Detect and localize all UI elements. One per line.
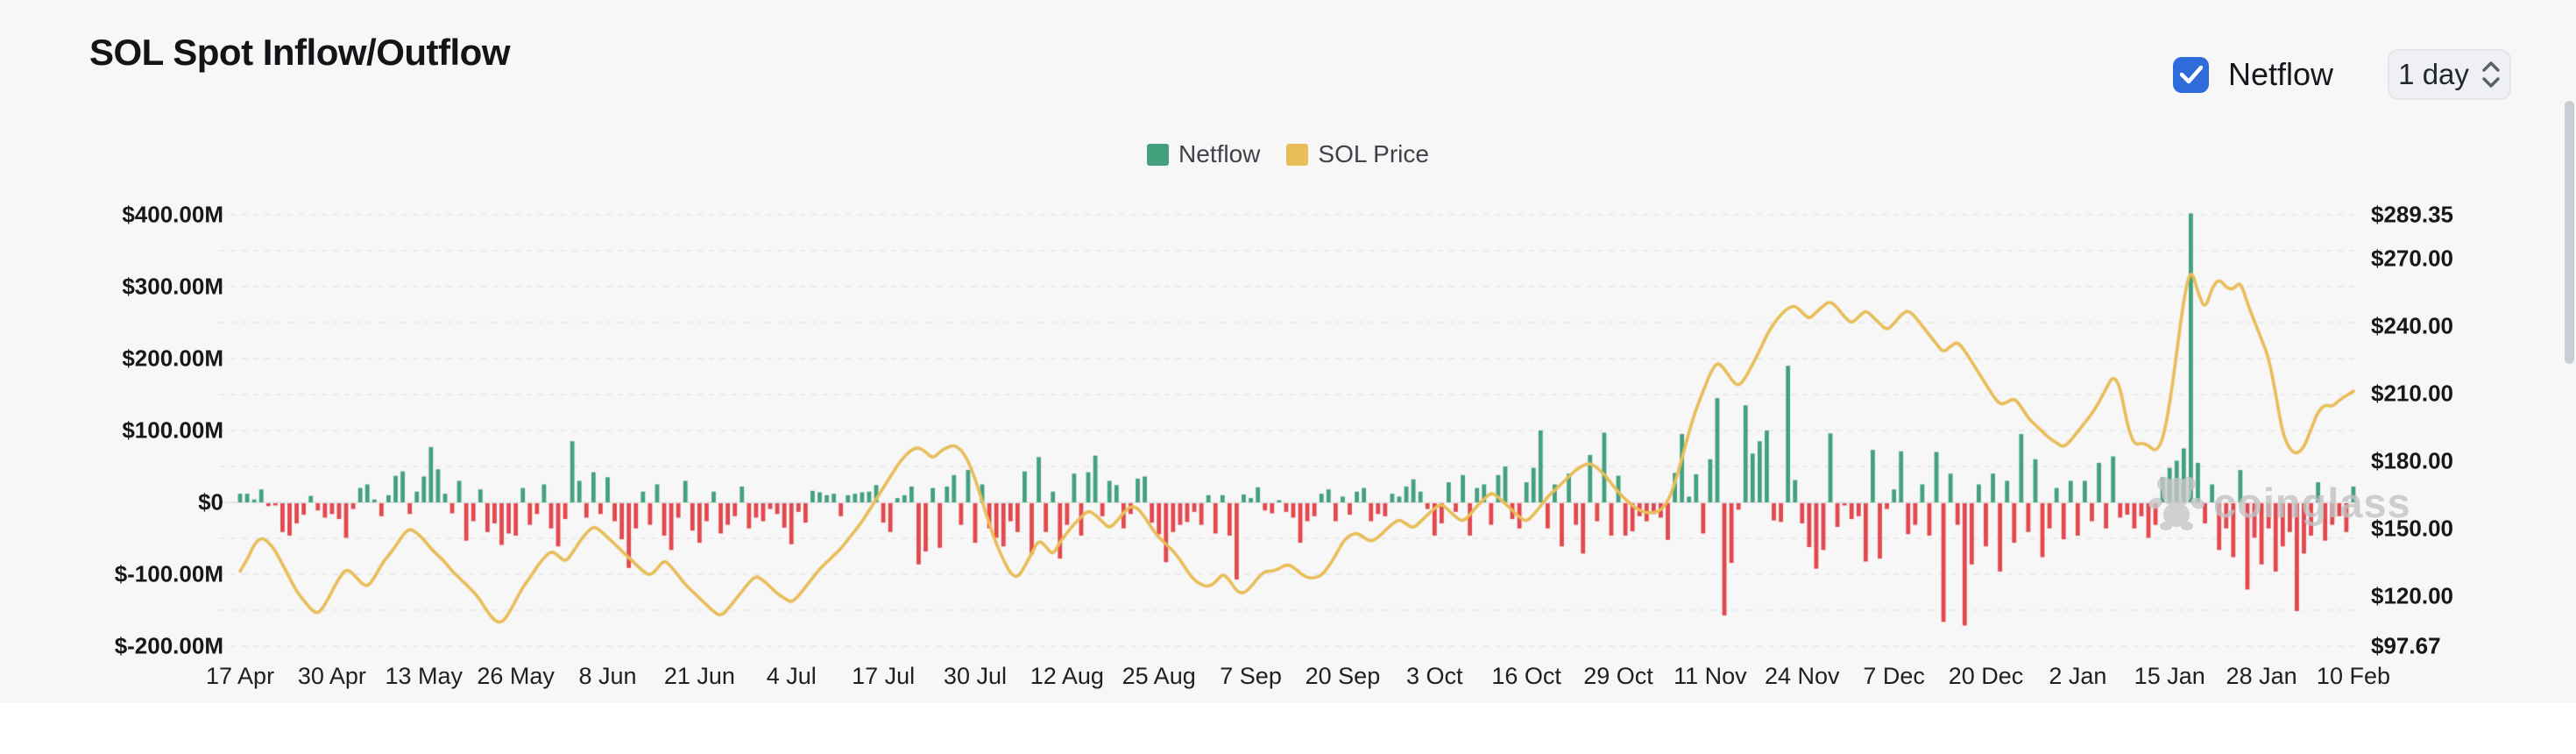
left-axis-tick: $-200.00M (83, 633, 223, 660)
chart-legend: Netflow SOL Price (0, 140, 2576, 168)
left-axis-tick: $0 (83, 489, 223, 516)
right-axis-tick: $180.00 (2371, 448, 2453, 475)
right-axis-tick: $120.00 (2371, 583, 2453, 610)
right-axis-tick: $97.67 (2371, 633, 2441, 660)
x-axis-tick: 4 Jul (767, 663, 817, 690)
x-axis-tick: 13 May (385, 663, 463, 690)
legend-item-sol-price[interactable]: SOL Price (1286, 140, 1429, 168)
footer-strip (0, 702, 2576, 754)
x-axis-tick: 20 Dec (1949, 663, 2024, 690)
legend-label-sol-price: SOL Price (1318, 140, 1429, 168)
x-axis-tick: 11 Nov (1674, 663, 1747, 690)
x-axis-tick: 26 May (477, 663, 555, 690)
x-axis-tick: 2 Jan (2049, 663, 2106, 690)
sol-price-swatch-icon (1286, 144, 1308, 166)
right-axis-tick: $240.00 (2371, 313, 2453, 340)
x-axis-tick: 20 Sep (1306, 663, 1381, 690)
left-axis-tick: $300.00M (83, 274, 223, 301)
left-axis-tick: $100.00M (83, 417, 223, 445)
right-axis-tick: $150.00 (2371, 516, 2453, 543)
vertical-scrollbar-thumb[interactable] (2565, 101, 2574, 364)
legend-item-netflow[interactable]: Netflow (1147, 140, 1260, 168)
x-axis-tick: 8 Jun (578, 663, 636, 690)
netflow-checkbox-label: Netflow (2228, 56, 2333, 93)
x-axis-tick: 7 Dec (1863, 663, 1925, 690)
x-axis-tick: 28 Jan (2226, 663, 2297, 690)
chart-controls: Netflow 1 day (2173, 49, 2511, 100)
left-axis-tick: $-100.00M (83, 561, 223, 588)
up-down-chevrons-icon (2481, 60, 2501, 89)
x-axis-tick: 25 Aug (1122, 663, 1196, 690)
right-axis-tick: $270.00 (2371, 245, 2453, 273)
x-axis-tick: 10 Feb (2317, 663, 2390, 690)
checkmark-icon (2180, 65, 2203, 84)
x-axis-tick: 21 Jun (664, 663, 735, 690)
x-axis-tick: 15 Jan (2134, 663, 2205, 690)
x-axis-tick: 29 Oct (1583, 663, 1653, 690)
x-axis-tick: 24 Nov (1765, 663, 1840, 690)
x-axis-tick: 30 Apr (298, 663, 366, 690)
x-axis-tick: 12 Aug (1030, 663, 1104, 690)
interval-value: 1 day (2398, 58, 2469, 91)
x-axis-tick: 30 Jul (944, 663, 1007, 690)
x-axis-tick: 17 Jul (852, 663, 915, 690)
x-axis-tick: 17 Apr (206, 663, 274, 690)
inflow-outflow-chart[interactable] (0, 0, 2576, 754)
legend-label-netflow: Netflow (1178, 140, 1260, 168)
x-axis-tick: 3 Oct (1406, 663, 1463, 690)
right-axis-tick: $210.00 (2371, 381, 2453, 408)
x-axis-tick: 7 Sep (1220, 663, 1282, 690)
left-axis-tick: $200.00M (83, 345, 223, 373)
sol-spot-inflow-outflow-page: SOL Spot Inflow/Outflow Netflow 1 day Ne… (0, 0, 2576, 754)
interval-dropdown[interactable]: 1 day (2388, 49, 2511, 100)
left-axis-tick: $400.00M (83, 202, 223, 229)
x-axis-tick: 16 Oct (1491, 663, 1561, 690)
netflow-checkbox[interactable] (2173, 57, 2209, 93)
page-title: SOL Spot Inflow/Outflow (89, 32, 510, 74)
right-axis-tick: $289.35 (2371, 202, 2453, 229)
netflow-swatch-icon (1147, 144, 1169, 166)
